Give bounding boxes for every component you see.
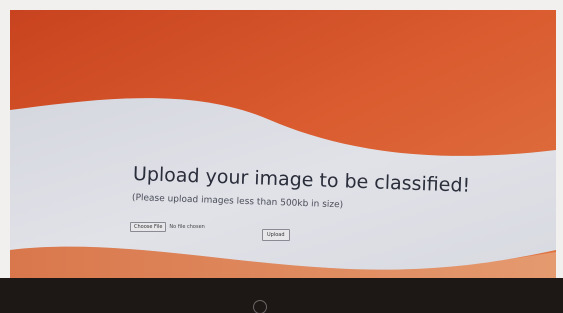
choose-file-button[interactable]: Choose File (130, 222, 167, 232)
bezel-left (0, 0, 10, 313)
file-status-text: No file chosen (169, 224, 205, 230)
screen-background (10, 10, 556, 278)
bezel-right (556, 0, 563, 313)
upload-button[interactable]: Upload (262, 229, 290, 241)
photo-of-screen: Upload your image to be classified! (Ple… (0, 0, 563, 313)
file-input[interactable]: Choose File No file chosen (130, 222, 205, 232)
laptop-base (0, 278, 563, 313)
hp-logo-icon (253, 300, 267, 313)
